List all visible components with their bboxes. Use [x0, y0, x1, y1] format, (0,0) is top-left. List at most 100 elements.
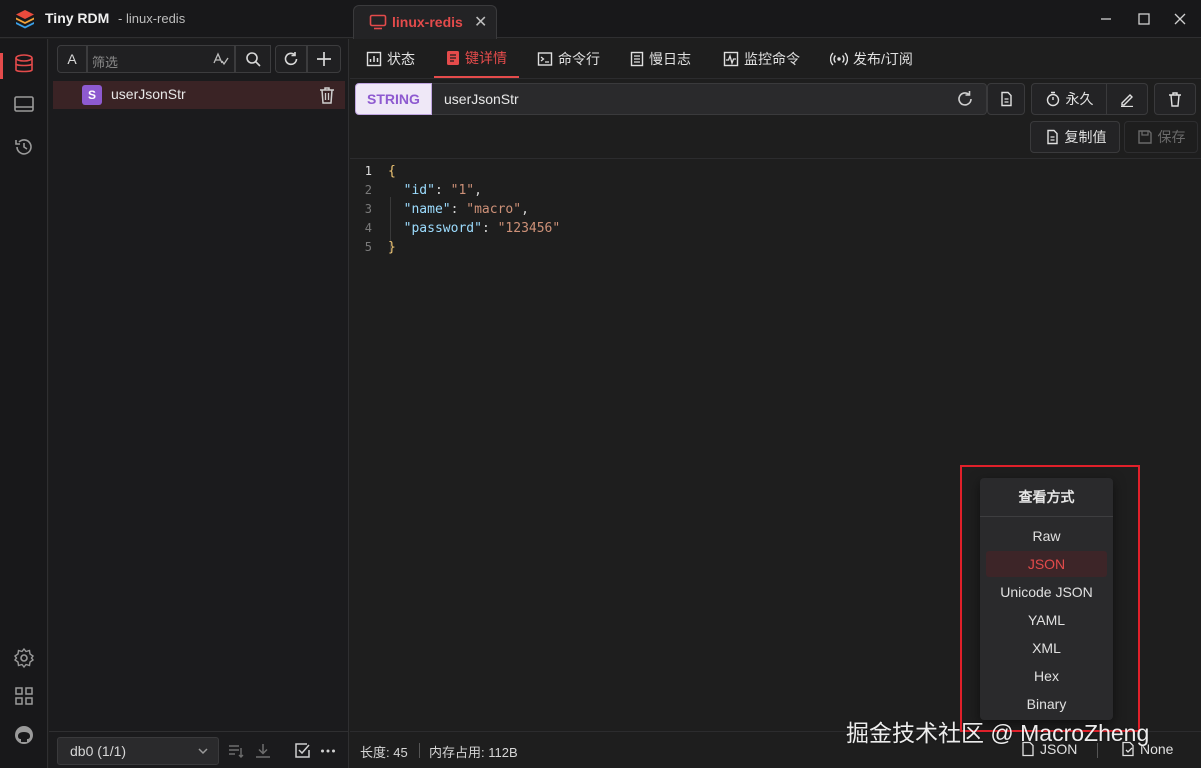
json-key: "password" — [403, 221, 482, 236]
copy-key-button[interactable] — [987, 83, 1025, 115]
monitor-screen-icon — [14, 96, 34, 112]
close-window-button[interactable] — [1168, 8, 1192, 30]
tab-label: 监控命令 — [744, 50, 800, 67]
add-key-button[interactable] — [307, 45, 341, 73]
save-button[interactable]: 保存 — [1124, 121, 1198, 153]
key-type-tag: STRING — [355, 83, 432, 115]
save-icon — [1137, 130, 1152, 144]
line-number: 4 — [364, 221, 372, 235]
gear-icon — [13, 647, 35, 669]
more-options-button[interactable] — [318, 741, 338, 761]
code-line: 2 "id": "1", — [350, 181, 1201, 200]
json-comma: , — [521, 202, 529, 217]
server-icon — [369, 14, 387, 30]
code-close-brace: } — [388, 240, 396, 255]
json-value: "123456" — [497, 221, 561, 236]
code-line: 1 { — [350, 162, 1201, 181]
key-toolbar: STRING userJsonStr 永久 — [355, 83, 1199, 115]
app-name: Tiny RDM — [45, 10, 110, 26]
value-length: 长度: 45 — [360, 745, 408, 760]
line-number: 5 — [364, 240, 372, 254]
search-button[interactable] — [235, 45, 271, 73]
activity-database[interactable] — [12, 52, 36, 76]
reload-value-icon[interactable] — [955, 89, 975, 109]
activity-apps[interactable] — [12, 684, 36, 708]
active-indicator — [0, 53, 3, 79]
tab-command-line[interactable]: 命令行 — [537, 39, 600, 78]
tab-close-icon[interactable]: ✕ — [474, 12, 487, 32]
watermark: 掘金技术社区 @ MacroZheng — [846, 720, 1150, 746]
monitor-icon — [723, 51, 739, 66]
activity-settings[interactable] — [12, 646, 36, 670]
search-icon — [246, 52, 261, 67]
status-icon — [366, 51, 382, 66]
refresh-keys-button[interactable] — [275, 45, 307, 73]
tab-label: 慢日志 — [649, 50, 691, 67]
activity-history[interactable] — [12, 135, 36, 159]
tab-label: 命令行 — [558, 50, 600, 67]
activity-connections[interactable] — [12, 93, 36, 117]
ttl-button[interactable]: 永久 — [1031, 83, 1107, 115]
content-tabs: 状态 键详情 命令行 慢日志 监控命令 发布/订阅 — [350, 39, 1201, 79]
sort-list-button[interactable] — [226, 741, 246, 761]
minimize-button[interactable] — [1094, 8, 1118, 30]
code-content: "id": "1", — [403, 183, 482, 198]
delete-key-button[interactable] — [1154, 83, 1196, 115]
key-name-field[interactable]: userJsonStr — [432, 83, 987, 115]
tab-linux-redis[interactable]: linux-redis ✕ — [353, 5, 497, 39]
history-icon — [15, 139, 32, 155]
code-content: "name": "macro", — [403, 202, 529, 217]
memory-usage: 内存占用: 112B — [429, 745, 518, 760]
tab-label: linux-redis — [392, 14, 463, 30]
tiny-rdm-logo-icon — [16, 10, 34, 29]
tab-label: 发布/订阅 — [853, 50, 913, 67]
filter-bar: A 筛选 — [57, 45, 343, 73]
tab-monitor[interactable]: 监控命令 — [723, 39, 800, 78]
maximize-icon — [1138, 13, 1150, 25]
database-icon — [15, 54, 33, 73]
copy-document-icon — [1046, 129, 1058, 145]
load-more-button[interactable] — [253, 741, 273, 761]
json-value: "1" — [450, 183, 475, 198]
batch-select-button[interactable] — [292, 741, 312, 761]
copy-value-label: 复制值 — [1064, 129, 1107, 145]
database-select[interactable]: db0 (1/1) — [57, 737, 219, 765]
checkbox-icon — [295, 743, 310, 758]
save-label: 保存 — [1157, 129, 1186, 145]
tab-pubsub[interactable]: 发布/订阅 — [830, 39, 913, 78]
code-open-brace: { — [388, 164, 396, 179]
maximize-button[interactable] — [1132, 8, 1156, 30]
code-content: "password": "123456" — [403, 221, 561, 236]
window-connection-name: linux-redis — [118, 11, 185, 26]
rename-key-button[interactable] — [1106, 83, 1148, 115]
tab-label: 状态 — [387, 50, 415, 67]
terminal-icon — [537, 51, 553, 66]
status-divider — [419, 743, 420, 758]
copy-document-icon — [1001, 91, 1012, 107]
download-icon — [256, 744, 270, 758]
slow-log-icon — [630, 51, 644, 66]
annotation-highlight-box — [960, 465, 1140, 732]
minimize-icon — [1101, 18, 1111, 20]
spell-check-icon[interactable] — [213, 52, 229, 66]
key-detail-icon — [447, 50, 459, 65]
json-value: "macro" — [466, 202, 522, 217]
key-list-item[interactable]: S userJsonStr — [53, 81, 345, 109]
timer-icon — [1046, 91, 1059, 107]
pubsub-icon — [830, 52, 848, 65]
tab-status[interactable]: 状态 — [366, 39, 415, 78]
activity-github[interactable] — [12, 723, 36, 747]
filter-type-button[interactable]: A — [57, 45, 87, 73]
database-select-value: db0 (1/1) — [70, 743, 127, 759]
sort-list-icon — [229, 745, 244, 758]
activity-bar — [0, 39, 48, 768]
refresh-icon — [284, 52, 298, 66]
tab-label: 键详情 — [465, 49, 507, 66]
tab-slow-log[interactable]: 慢日志 — [630, 39, 691, 78]
tab-key-detail[interactable]: 键详情 — [434, 39, 519, 78]
browser-footer: db0 (1/1) — [49, 731, 349, 768]
chevron-down-icon — [198, 748, 208, 755]
key-browser-panel: A 筛选 S userJsonStr db0 (1/1) — [49, 39, 349, 768]
copy-value-button[interactable]: 复制值 — [1030, 121, 1120, 153]
trash-icon[interactable] — [317, 85, 337, 105]
